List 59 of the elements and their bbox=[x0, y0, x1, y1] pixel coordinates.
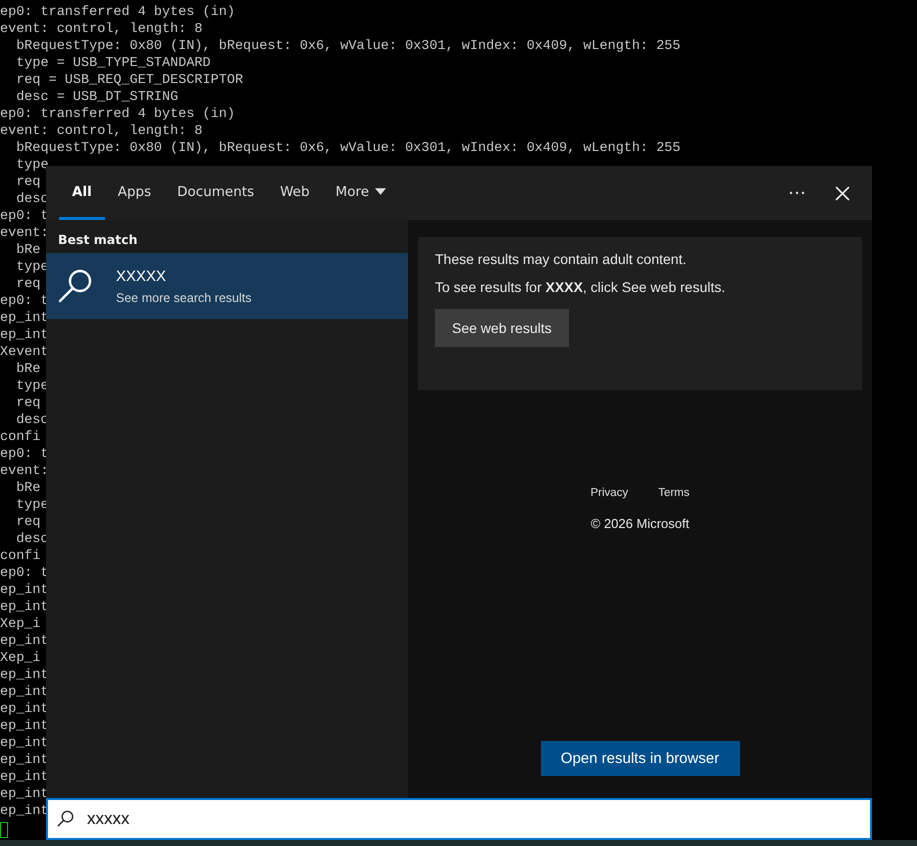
terminal-line: ep0: transferred 4 bytes (in) bbox=[0, 4, 235, 21]
terminal-line: req = USB_REQ_GET_DESCRIPTOR bbox=[15, 72, 244, 89]
terminal-line: req bbox=[15, 276, 41, 293]
terminal-line: bRequestType: 0x80 (IN), bRequest: 0x6, wValue: 0x301, wIndex: 0x409, wLength: 255 bbox=[15, 38, 681, 55]
tab[interactable]: More bbox=[322, 166, 400, 220]
terminal-line: bRe bbox=[15, 361, 41, 378]
terminal-line: ep_int bbox=[0, 752, 49, 769]
terminal-line: ep0: transferred 4 bytes (in) bbox=[0, 106, 235, 123]
terminal-line: ep_int bbox=[0, 684, 49, 701]
terminal-line: ep_int bbox=[0, 582, 49, 599]
open-in-browser-button[interactable]: Open results in browser bbox=[540, 741, 740, 776]
terminal-line: ep_int bbox=[0, 803, 49, 820]
footer-link[interactable]: Terms bbox=[658, 487, 690, 499]
terminal-line: confi bbox=[0, 429, 41, 446]
terminal-line: ep_int bbox=[0, 310, 49, 327]
terminal-line: ep_int bbox=[0, 769, 49, 786]
more-options-icon[interactable] bbox=[789, 191, 805, 195]
terminal-line: event: bbox=[0, 463, 49, 480]
tab[interactable]: Web bbox=[267, 166, 323, 220]
close-icon[interactable] bbox=[835, 186, 850, 200]
terminal-line: bRe bbox=[15, 242, 41, 259]
terminal-line: event: bbox=[0, 225, 49, 242]
notice-text: These results may contain adult content. bbox=[435, 251, 686, 267]
see-web-results-button[interactable]: See web results bbox=[435, 309, 569, 347]
terminal-line: ep_int bbox=[0, 599, 49, 616]
terminal-line: ep_int bbox=[0, 735, 49, 752]
terminal-line: Xevent bbox=[0, 344, 49, 361]
terminal-line: Xep_i bbox=[0, 650, 41, 667]
copyright-text: © 2026 Microsoft bbox=[590, 516, 690, 531]
terminal-line: type bbox=[15, 157, 49, 174]
terminal-line: type = USB_TYPE_STANDARD bbox=[15, 55, 211, 72]
terminal-line: bRe bbox=[15, 480, 41, 497]
terminal-line: event: control, length: 8 bbox=[0, 21, 203, 38]
search-icon bbox=[56, 809, 75, 828]
tab[interactable]: Apps bbox=[104, 166, 164, 220]
terminal-cursor bbox=[0, 822, 8, 838]
section-heading: Best match bbox=[57, 232, 139, 249]
search-field[interactable]: xxxxx bbox=[46, 798, 872, 840]
terminal-line: confi bbox=[0, 548, 41, 565]
terminal-line: req bbox=[15, 395, 41, 412]
terminal-line: ep_int bbox=[0, 633, 49, 650]
terminal-line: ep_int bbox=[0, 701, 49, 718]
terminal-line: Xep_i bbox=[0, 616, 41, 633]
terminal-line: req bbox=[15, 174, 41, 191]
terminal-line: ep_int bbox=[0, 786, 49, 803]
terminal-line: desc = USB_DT_STRING bbox=[15, 89, 178, 106]
result-subtitle: See more search results bbox=[116, 290, 252, 304]
terminal-line: ep_int bbox=[0, 718, 49, 735]
terminal-line: bRequestType: 0x80 (IN), bRequest: 0x6, wValue: 0x301, wIndex: 0x409, wLength: 255 bbox=[15, 140, 681, 157]
result-item[interactable]: XXXXX See more search results bbox=[46, 253, 408, 319]
notice-text: To see results for XXXX, click See web results. bbox=[435, 279, 726, 295]
footer-link[interactable]: Privacy bbox=[590, 487, 628, 499]
tab[interactable]: Documents bbox=[164, 166, 268, 220]
search-icon bbox=[58, 268, 94, 304]
terminal-line: ep_int bbox=[0, 667, 49, 684]
terminal-line: event: control, length: 8 bbox=[0, 123, 203, 140]
result-title: XXXXX bbox=[116, 268, 168, 284]
terminal-line: req bbox=[15, 514, 41, 531]
terminal-line: ep_int bbox=[0, 327, 49, 344]
